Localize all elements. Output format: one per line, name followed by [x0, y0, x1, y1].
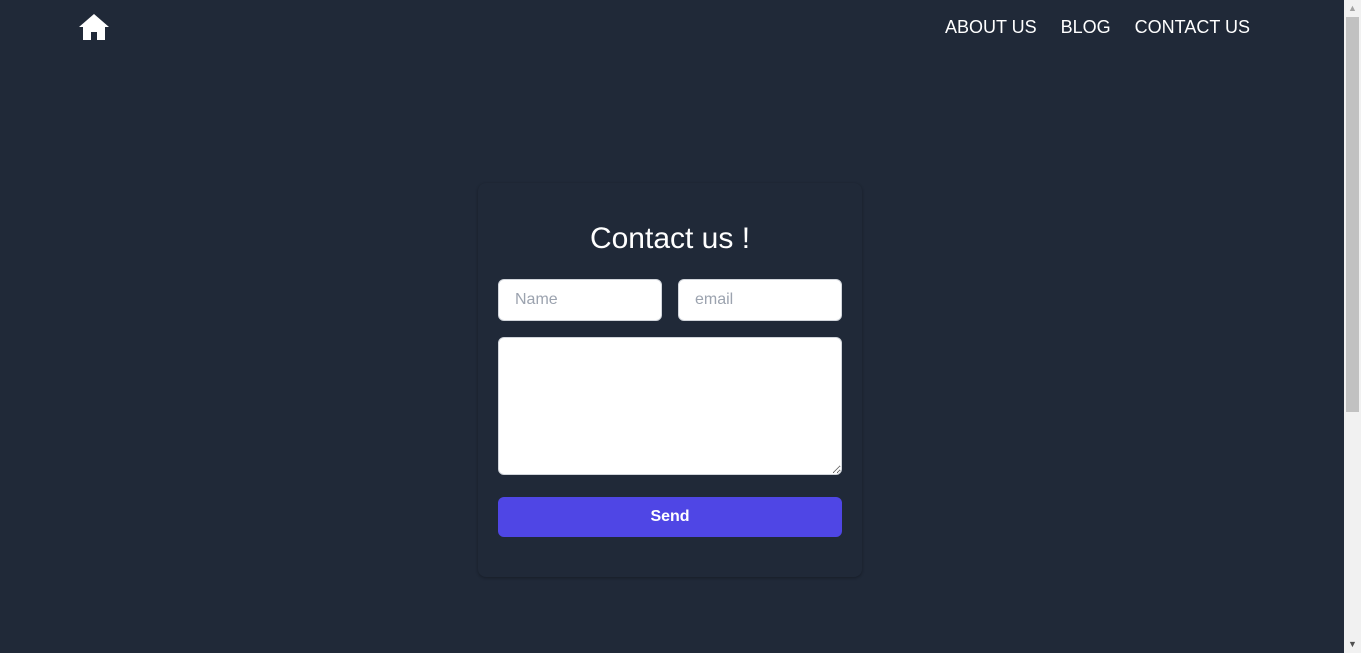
top-nav: ABOUT US BLOG CONTACT US: [0, 0, 1344, 56]
vertical-scrollbar[interactable]: ▲ ▼: [1344, 0, 1361, 653]
home-link[interactable]: [78, 13, 110, 41]
contact-form-card: Contact us ! Send: [478, 183, 862, 577]
name-input[interactable]: [498, 279, 662, 321]
contact-title: Contact us !: [589, 222, 751, 255]
scrollbar-thumb[interactable]: [1346, 17, 1359, 412]
send-button[interactable]: Send: [498, 497, 842, 537]
message-textarea[interactable]: [498, 337, 842, 475]
home-icon: [78, 13, 110, 41]
scroll-down-arrow-icon[interactable]: ▼: [1344, 636, 1361, 653]
email-input[interactable]: [678, 279, 842, 321]
nav-link-blog[interactable]: BLOG: [1061, 16, 1111, 38]
page: ABOUT US BLOG CONTACT US Contact us ! Se…: [0, 0, 1344, 653]
nav-link-contact-us[interactable]: CONTACT US: [1135, 16, 1250, 38]
nav-links: ABOUT US BLOG CONTACT US: [945, 16, 1250, 38]
nav-link-about-us[interactable]: ABOUT US: [945, 16, 1037, 38]
scroll-up-arrow-icon[interactable]: ▲: [1344, 0, 1361, 17]
